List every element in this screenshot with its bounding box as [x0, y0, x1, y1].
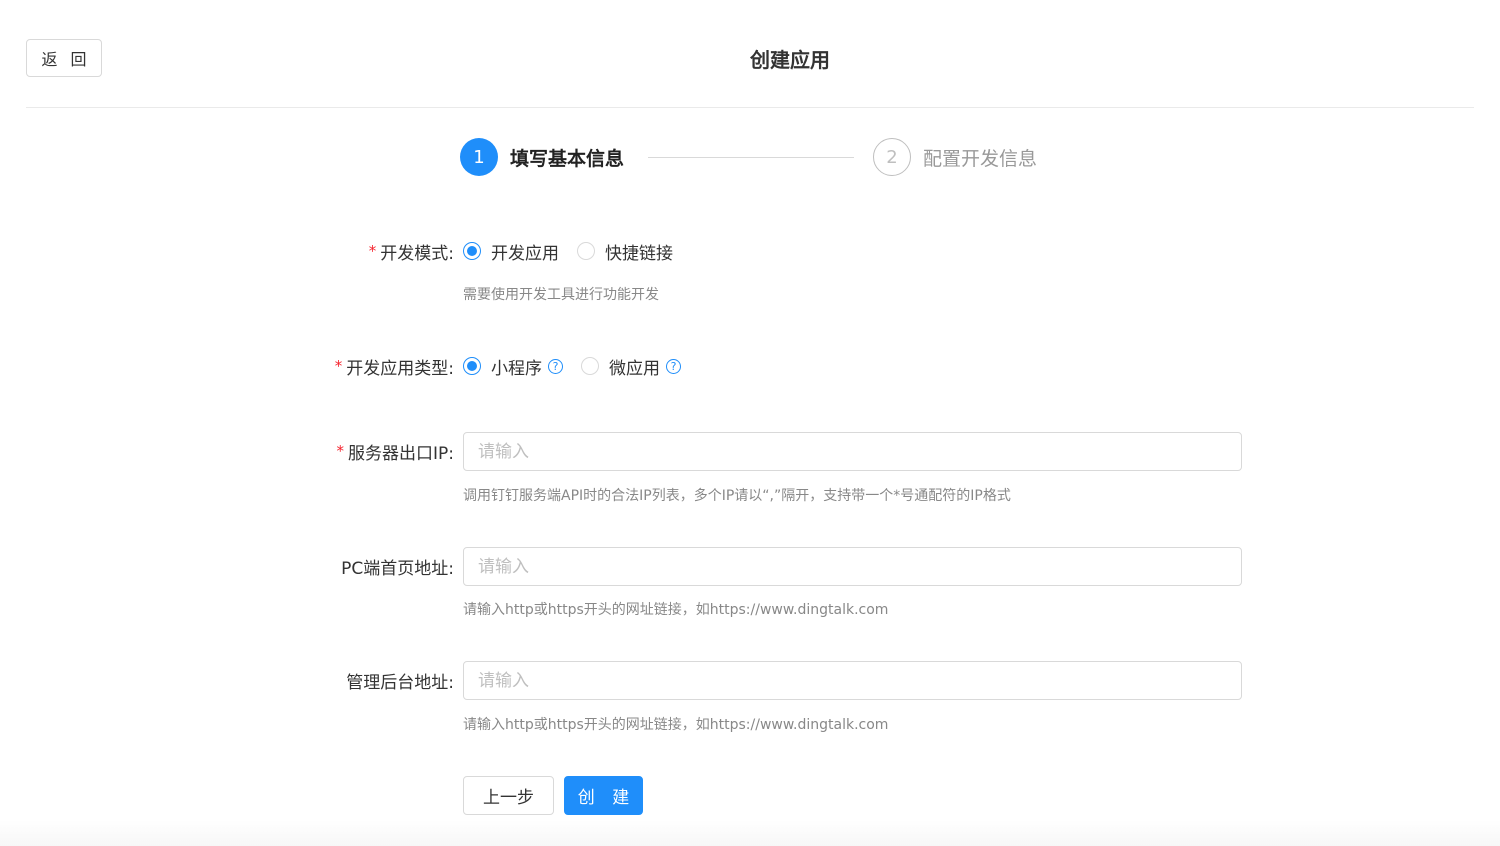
step-connector — [648, 157, 854, 158]
server-ip-input[interactable] — [463, 432, 1242, 471]
help-icon[interactable]: ? — [666, 358, 681, 374]
form-actions: 上一步 创 建 — [463, 776, 643, 815]
create-button[interactable]: 创 建 — [564, 776, 643, 815]
pc-url-hint: 请输入http或https开头的网址链接，如https://www.dingta… — [463, 602, 889, 618]
dev-mode-hint: 需要使用开发工具进行功能开发 — [463, 287, 659, 303]
page-header: 返 回 创建应用 — [26, 0, 1474, 108]
step-1-number: 1 — [460, 138, 498, 176]
radio-dot[interactable] — [463, 357, 481, 375]
radio-dev-app-label[interactable]: 开发应用 — [491, 239, 559, 264]
server-ip-label-text: 服务器出口IP: — [348, 443, 454, 464]
dev-mode-label-text: 开发模式: — [380, 243, 454, 264]
step-2-number: 2 — [873, 138, 911, 176]
admin-url-label: 管理后台地址: — [346, 672, 454, 693]
pc-url-input[interactable] — [463, 547, 1242, 586]
step-2: 2 配置开发信息 — [873, 138, 1037, 176]
required-mark: * — [336, 442, 345, 460]
step-1: 1 填写基本信息 — [460, 138, 624, 176]
radio-quick-link[interactable]: 快捷链接 — [577, 239, 673, 264]
radio-dot[interactable] — [581, 357, 599, 375]
help-icon[interactable]: ? — [548, 358, 563, 374]
dev-mode-radio-group: 开发应用 快捷链接 — [463, 232, 691, 270]
radio-dev-app[interactable]: 开发应用 — [463, 239, 559, 264]
admin-url-input[interactable] — [463, 661, 1242, 700]
step-1-label: 填写基本信息 — [510, 147, 625, 170]
pc-url-label: PC端首页地址: — [341, 558, 454, 579]
required-mark: * — [368, 242, 377, 260]
required-mark: * — [334, 357, 343, 375]
bottom-shadow — [0, 820, 1500, 846]
radio-micro-app-label[interactable]: 微应用 — [609, 354, 660, 379]
app-type-label-text: 开发应用类型: — [346, 358, 454, 379]
step-indicator: 1 填写基本信息 2 配置开发信息 — [460, 138, 1080, 178]
admin-url-hint: 请输入http或https开头的网址链接，如https://www.dingta… — [463, 717, 889, 733]
radio-mini-program-label[interactable]: 小程序 — [491, 354, 542, 379]
radio-micro-app[interactable]: 微应用 ? — [581, 354, 681, 379]
step-2-label: 配置开发信息 — [923, 147, 1038, 170]
radio-quick-link-label[interactable]: 快捷链接 — [605, 239, 673, 264]
server-ip-label: * 服务器出口IP: — [337, 432, 455, 470]
app-type-label: * 开发应用类型: — [335, 347, 454, 385]
radio-dot[interactable] — [577, 242, 595, 260]
server-ip-hint: 调用钉钉服务端API时的合法IP列表，多个IP请以“,”隔开，支持带一个*号通配… — [463, 488, 1011, 504]
dev-mode-label: * 开发模式: — [369, 232, 454, 270]
radio-dot[interactable] — [463, 242, 481, 260]
page-title: 创建应用 — [750, 48, 830, 72]
prev-step-button[interactable]: 上一步 — [463, 776, 554, 815]
radio-mini-program[interactable]: 小程序 ? — [463, 354, 563, 379]
app-type-radio-group: 小程序 ? 微应用 ? — [463, 347, 699, 385]
